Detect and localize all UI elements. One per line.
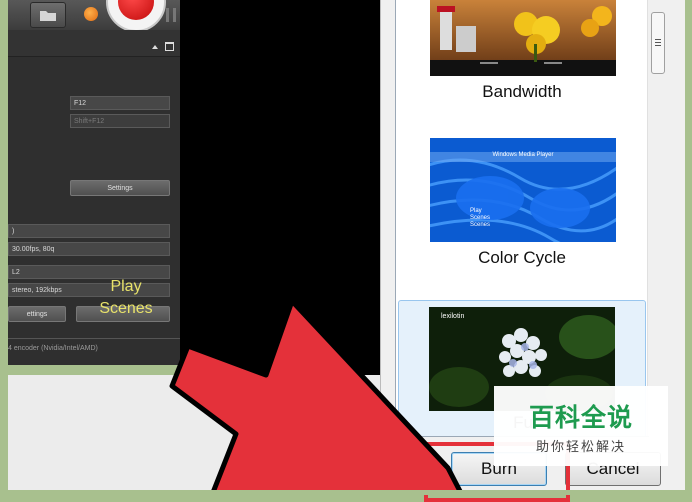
watermark-logo: 百科全说 助你轻松解决: [494, 386, 668, 466]
theme-list[interactable]: Bandwidth Windows Media Player Play Scen…: [395, 0, 649, 437]
settings-button[interactable]: Settings: [70, 180, 170, 196]
watermark-title: 百科全说: [528, 403, 633, 432]
collapse-icon[interactable]: [151, 44, 158, 49]
frame-border-left: [0, 0, 8, 495]
camera-icon: [84, 7, 98, 21]
thumb-menu: Play Scenes Scenes: [470, 208, 490, 229]
hotkey-alt-field[interactable]: Shift+F12: [70, 114, 170, 128]
panel-controls: [151, 38, 174, 56]
thumb-caption: Windows Media Player: [492, 152, 554, 158]
play-scenes-label: Play Scenes: [86, 276, 166, 320]
frame-border-bottom: [0, 490, 692, 495]
thumb-menu-item: Play: [470, 208, 482, 214]
bandwidth-theme-thumbnail: [430, 0, 616, 76]
record-icon: [118, 0, 154, 20]
open-folder-button[interactable]: [30, 2, 66, 28]
watermark-subtitle: 助你轻松解决: [535, 440, 626, 455]
theme-item-bandwidth[interactable]: Bandwidth: [396, 0, 648, 120]
window-footer: [0, 375, 400, 495]
play-label: Play: [110, 278, 142, 295]
thumb-menu-item: Scenes: [470, 215, 491, 221]
thumb-menu-item: Scenes: [470, 222, 491, 228]
folder-icon: [40, 11, 56, 21]
settings-button-2[interactable]: ettings: [8, 306, 66, 322]
pause-button[interactable]: [166, 8, 178, 22]
screenshot-button[interactable]: [78, 2, 106, 26]
thumb-caption: lexilotin: [441, 313, 465, 320]
window-icon[interactable]: [165, 42, 174, 52]
encoder-text: 4 encoder (Nvidia/Intel/AMD): [8, 345, 98, 352]
recorder-toolbar: [8, 0, 180, 32]
scrollbar-thumb[interactable]: [651, 12, 665, 74]
video-source-field[interactable]: ): [8, 224, 170, 238]
video-format-field[interactable]: 30.00fps, 80q: [8, 242, 170, 256]
theme-name: Bandwidth: [482, 82, 562, 101]
divider: [8, 338, 180, 339]
hotkey-field[interactable]: F12: [70, 96, 170, 110]
scenes-label: Scenes: [99, 300, 153, 317]
theme-name: Color Cycle: [478, 248, 566, 267]
recorder-header: [8, 30, 180, 57]
pause-icon: [166, 8, 169, 22]
recorder-panel: F12 Shift+F12 Settings ) 30.00fps, 80q L…: [8, 0, 181, 365]
record-button[interactable]: [106, 0, 166, 32]
color-cycle-theme-thumbnail: Windows Media Player Play Scenes Scenes: [430, 138, 616, 242]
preview-area: [180, 0, 380, 375]
theme-item-color-cycle[interactable]: Windows Media Player Play Scenes Scenes …: [396, 138, 648, 278]
vertical-scrollbar[interactable]: [647, 0, 668, 436]
